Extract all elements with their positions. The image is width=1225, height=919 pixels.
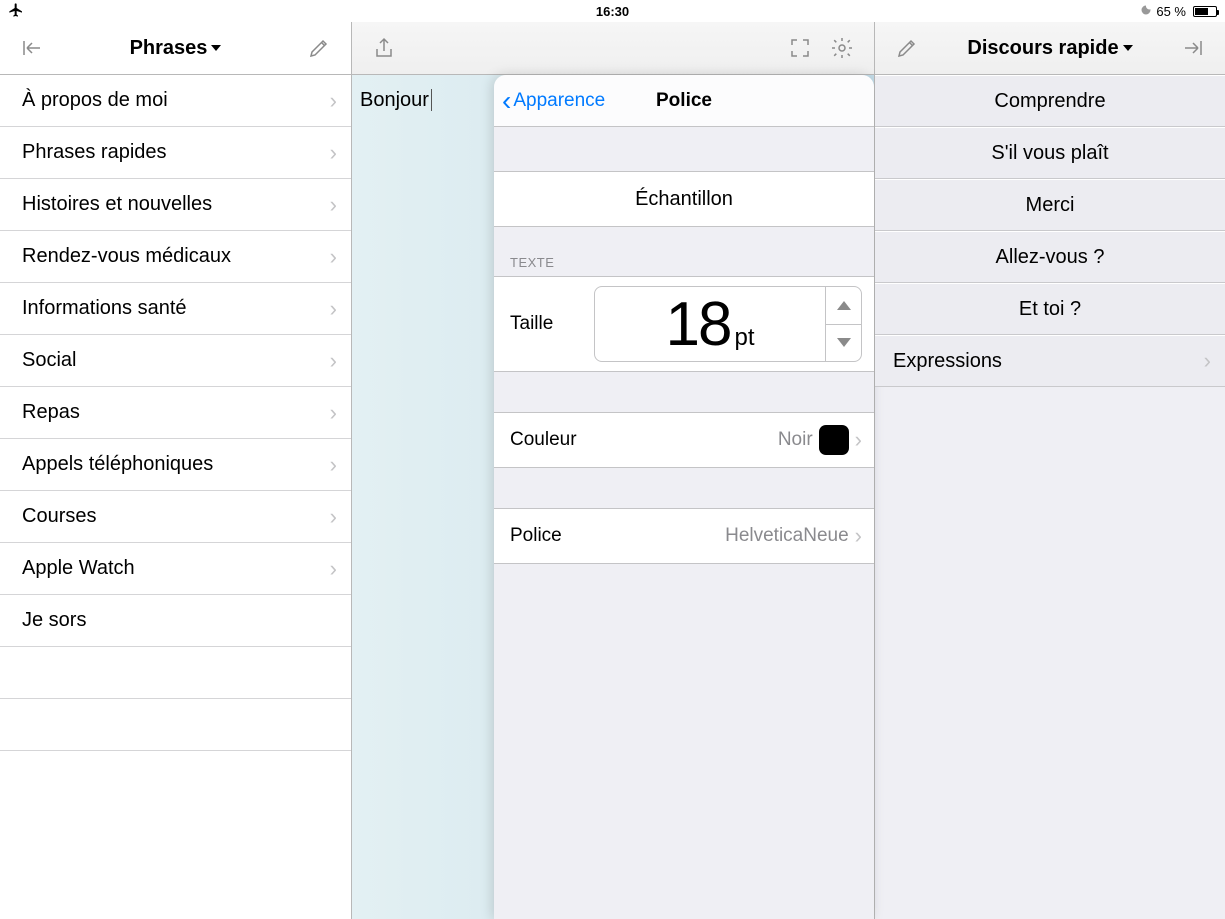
list-item[interactable]: Je sors xyxy=(0,595,351,647)
quick-phrase-item[interactable]: Allez-vous ? xyxy=(875,231,1225,283)
settings-gear-icon[interactable] xyxy=(828,34,856,62)
popover-title: Police xyxy=(656,90,712,112)
color-value: Noir xyxy=(778,429,813,451)
chevron-right-icon: › xyxy=(330,348,337,374)
quick-phrase-item[interactable]: S'il vous plaît xyxy=(875,127,1225,179)
quick-phrase-item[interactable]: Comprendre xyxy=(875,75,1225,127)
list-item[interactable]: Apple Watch› xyxy=(0,543,351,595)
chevron-right-icon: › xyxy=(855,427,862,453)
chevron-right-icon: › xyxy=(330,504,337,530)
list-item[interactable]: Repas› xyxy=(0,387,351,439)
font-value: HelveticaNeue xyxy=(725,525,849,547)
list-item[interactable]: Appels téléphoniques› xyxy=(0,439,351,491)
text-cursor xyxy=(431,89,433,111)
list-item[interactable]: Informations santé› xyxy=(0,283,351,335)
list-item-empty xyxy=(0,647,351,699)
fullscreen-icon[interactable] xyxy=(786,34,814,62)
do-not-disturb-icon xyxy=(1140,4,1152,19)
edit-right-icon[interactable] xyxy=(893,34,921,62)
right-panel: Comprendre S'il vous plaît Merci Allez-v… xyxy=(875,75,1225,919)
sample-text: Échantillon xyxy=(494,171,874,227)
share-icon[interactable] xyxy=(370,34,398,62)
list-item[interactable]: Histoires et nouvelles› xyxy=(0,179,351,231)
font-label: Police xyxy=(510,525,725,547)
font-size-row: Taille 18 pt xyxy=(494,276,874,372)
caret-down-icon xyxy=(211,45,221,51)
triangle-down-icon xyxy=(837,338,851,347)
collapse-right-icon[interactable] xyxy=(1179,34,1207,62)
size-value: 18 xyxy=(666,289,731,360)
edit-left-icon[interactable] xyxy=(305,34,333,62)
size-label: Taille xyxy=(510,313,594,335)
list-item[interactable]: Rendez-vous médicaux› xyxy=(0,231,351,283)
color-label: Couleur xyxy=(510,429,778,451)
airplane-mode-icon xyxy=(8,2,24,21)
chevron-right-icon: › xyxy=(330,140,337,166)
list-item[interactable]: Phrases rapides› xyxy=(0,127,351,179)
toolbar: Phrases Discours rapide xyxy=(0,22,1225,75)
compose-area[interactable]: Bonjour ‹ Apparence Police Échantillon T… xyxy=(352,75,875,919)
phrases-dropdown[interactable]: Phrases xyxy=(130,37,222,60)
right-panel-title: Discours rapide xyxy=(967,37,1118,60)
size-increment-button[interactable] xyxy=(826,287,861,325)
collapse-left-icon[interactable] xyxy=(18,34,46,62)
back-label: Apparence xyxy=(513,90,605,112)
left-panel: À propos de moi› Phrases rapides› Histoi… xyxy=(0,75,352,919)
list-item[interactable]: Social› xyxy=(0,335,351,387)
chevron-right-icon: › xyxy=(1204,348,1211,374)
battery-icon xyxy=(1190,6,1217,17)
list-item[interactable]: À propos de moi› xyxy=(0,75,351,127)
chevron-right-icon: › xyxy=(855,523,862,549)
status-bar: 16:30 65 % xyxy=(0,0,1225,22)
color-row[interactable]: Couleur Noir › xyxy=(494,412,874,468)
chevron-right-icon: › xyxy=(330,296,337,322)
caret-down-icon xyxy=(1123,45,1133,51)
size-unit: pt xyxy=(734,324,754,352)
section-header-texte: TEXTE xyxy=(494,227,874,276)
font-settings-popover: ‹ Apparence Police Échantillon TEXTE Tai… xyxy=(494,75,874,919)
triangle-up-icon xyxy=(837,301,851,310)
battery-percent: 65 % xyxy=(1156,4,1186,19)
status-time: 16:30 xyxy=(596,4,629,19)
chevron-right-icon: › xyxy=(330,244,337,270)
compose-text: Bonjour xyxy=(360,89,429,112)
chevron-right-icon: › xyxy=(330,192,337,218)
quick-phrase-item[interactable]: Expressions› xyxy=(875,335,1225,387)
left-panel-title: Phrases xyxy=(130,37,208,60)
size-decrement-button[interactable] xyxy=(826,325,861,362)
chevron-right-icon: › xyxy=(330,556,337,582)
discours-dropdown[interactable]: Discours rapide xyxy=(967,37,1132,60)
font-row[interactable]: Police HelveticaNeue › xyxy=(494,508,874,564)
quick-phrase-item[interactable]: Merci xyxy=(875,179,1225,231)
chevron-right-icon: › xyxy=(330,88,337,114)
chevron-right-icon: › xyxy=(330,400,337,426)
chevron-right-icon: › xyxy=(330,452,337,478)
back-button[interactable]: ‹ Apparence xyxy=(494,90,605,112)
list-item[interactable]: Courses› xyxy=(0,491,351,543)
quick-phrase-item[interactable]: Et toi ? xyxy=(875,283,1225,335)
color-swatch xyxy=(819,425,849,455)
size-stepper: 18 pt xyxy=(594,286,862,362)
list-item-empty xyxy=(0,699,351,751)
